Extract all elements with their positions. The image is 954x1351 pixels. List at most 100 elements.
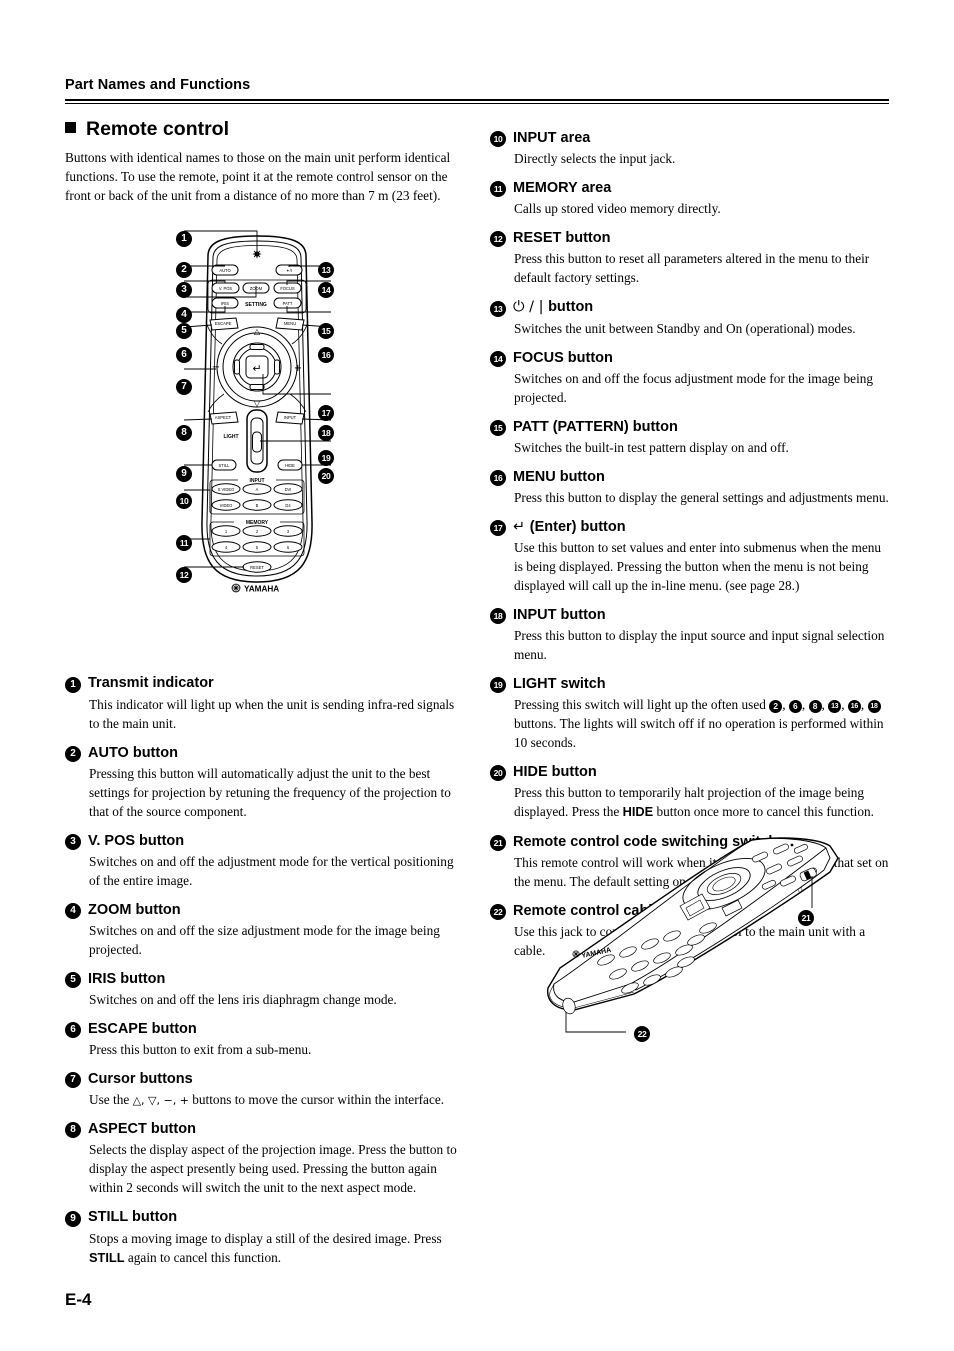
- callout-number-11: 11: [176, 535, 192, 551]
- document-page: Part Names and Functions Remote control …: [0, 0, 954, 1351]
- part-item-heading: 7 Cursor buttons: [65, 1070, 465, 1089]
- part-item-heading: 1 Transmit indicator: [65, 674, 465, 693]
- part-item: 11 MEMORY area Calls up stored video memor…: [490, 179, 890, 218]
- callout-number-8: 8: [808, 699, 822, 713]
- callout-number-6: 6: [176, 347, 192, 363]
- svg-text:S VIDEO: S VIDEO: [218, 487, 235, 492]
- callout-number-18: 18: [490, 608, 506, 625]
- part-item: 1 Transmit indicator This indicator will l…: [65, 674, 465, 732]
- part-item-title: ESCAPE button: [88, 1021, 197, 1038]
- callout-number-2: 2: [65, 745, 81, 762]
- svg-text:HIDE: HIDE: [285, 463, 295, 468]
- part-item-number: 22: [490, 903, 506, 921]
- svg-text:ASPECT: ASPECT: [215, 415, 232, 420]
- part-item: 4 ZOOM button Switches on and off the size…: [65, 901, 465, 959]
- callout-number-21: 21: [490, 834, 506, 851]
- svg-text:▽: ▽: [254, 399, 261, 408]
- callout-number-1: 1: [65, 676, 81, 693]
- emphasis-label: HIDE: [622, 804, 654, 820]
- part-item-title: MENU button: [513, 468, 605, 485]
- svg-text:V. POS: V. POS: [219, 286, 233, 291]
- part-item-title: RESET button: [513, 230, 611, 247]
- callout-number-9: 9: [176, 466, 192, 482]
- header-rule: [65, 98, 889, 102]
- callout-number-13: 13: [490, 300, 506, 317]
- callout-number-2: 2: [769, 699, 783, 713]
- callout-number-3: 3: [65, 833, 81, 850]
- callout-number-13: 13: [318, 262, 334, 278]
- svg-text:PATT: PATT: [283, 301, 293, 306]
- svg-text:DVI: DVI: [285, 487, 292, 492]
- section-intro: Buttons with identical names to those on…: [65, 150, 451, 204]
- part-item-title-symbol: ⏻ / |: [513, 299, 549, 316]
- part-item-heading: 10 INPUT area: [490, 129, 890, 148]
- part-item: 7 Cursor buttons Use the △, ▽, −, + button…: [65, 1070, 465, 1109]
- part-item-description: Use this button to set values and enter …: [514, 540, 882, 593]
- svg-text:LIGHT: LIGHT: [224, 434, 239, 440]
- bullet-square-icon: [65, 121, 76, 133]
- part-item-heading: 2 AUTO button: [65, 744, 465, 762]
- part-item-number: 15: [490, 419, 506, 437]
- svg-text:+: +: [294, 363, 302, 374]
- part-item-number: 13: [490, 299, 506, 317]
- svg-text:MEMORY: MEMORY: [246, 520, 269, 526]
- callout-number-2: 2: [176, 262, 192, 278]
- callout-number-12: 12: [490, 231, 506, 248]
- running-header: Part Names and Functions: [65, 77, 889, 102]
- callout-number-16: 16: [318, 347, 334, 363]
- callout-number-12: 12: [176, 567, 192, 583]
- part-item: 18 INPUT button Press this button to displ…: [490, 606, 890, 664]
- part-item-description: Switches the built-in test pattern displ…: [514, 439, 789, 455]
- part-item-description: Switches on and off the focus adjustment…: [514, 370, 874, 405]
- callout-number-7: 7: [65, 1072, 81, 1089]
- svg-text:INPUT: INPUT: [250, 478, 265, 484]
- part-item-number: 7: [65, 1071, 81, 1089]
- part-item-number: 4: [65, 902, 81, 920]
- part-item-heading: 13 ⏻ / | button: [490, 298, 890, 317]
- part-item-heading: 6 ESCAPE button: [65, 1020, 465, 1039]
- part-item-title: IRIS button: [88, 970, 166, 987]
- part-item-heading: 12 RESET button: [490, 229, 890, 248]
- part-item-title: HIDE button: [513, 764, 597, 781]
- svg-text:D4: D4: [285, 503, 291, 508]
- part-item-description: This indicator will light up when the un…: [89, 696, 455, 731]
- svg-text:INPUT: INPUT: [284, 415, 297, 420]
- part-item-heading: 11 MEMORY area: [490, 179, 890, 198]
- svg-text:A: A: [256, 487, 259, 492]
- part-item: 12 RESET button Press this button to reset…: [490, 229, 890, 287]
- callout-number-15: 15: [490, 419, 506, 436]
- part-item-description: Switches the unit between Standby and On…: [514, 320, 856, 336]
- part-item-title: ↵ (Enter) button: [513, 518, 626, 535]
- section-title: Remote control: [86, 118, 230, 140]
- remote-control-side-diagram: .s1{fill:#fff;stroke:#000;stroke-width:1…: [530, 832, 880, 1064]
- part-item: 3 V. POS button Switches on and off the ad…: [65, 832, 465, 890]
- part-item-heading: 9 STILL button: [65, 1208, 465, 1227]
- part-item-description: Pressing this button will automatically …: [89, 765, 451, 819]
- part-item-number: 20: [490, 764, 506, 782]
- part-item-number: 17: [490, 519, 506, 537]
- part-item-heading: 18 INPUT button: [490, 606, 890, 625]
- part-item-heading: 19 LIGHT switch: [490, 675, 890, 694]
- part-item-number: 16: [490, 469, 506, 487]
- part-item-heading: 17 ↵ (Enter) button: [490, 518, 890, 537]
- part-item: 15 PATT (PATTERN) button Switches the buil…: [490, 418, 890, 457]
- section-heading: Remote control: [65, 118, 465, 140]
- part-item-number: 12: [490, 230, 506, 248]
- part-item-description: Press this button to temporarily halt pr…: [514, 785, 874, 820]
- part-item-heading: 4 ZOOM button: [65, 901, 465, 919]
- callout-number-20: 20: [490, 765, 506, 782]
- callout-number-1: 1: [176, 231, 192, 247]
- cursor-symbols: △, ▽, −, +: [132, 1094, 189, 1108]
- callout-number-5: 5: [65, 972, 81, 989]
- part-item-title-symbol: ↵: [513, 518, 530, 535]
- svg-text:YAMAHA: YAMAHA: [244, 585, 279, 594]
- part-item-title: ASPECT button: [88, 1121, 196, 1138]
- part-item-title: Transmit indicator: [88, 675, 214, 692]
- yamaha-logo: YAMAHA: [231, 583, 279, 594]
- callout-number-8: 8: [176, 425, 192, 441]
- part-item-heading: 15 PATT (PATTERN) button: [490, 418, 890, 436]
- part-item-number: 14: [490, 350, 506, 368]
- part-item-description: Press this button to exit from a sub-men…: [89, 1042, 312, 1058]
- callout-number-6: 6: [65, 1022, 81, 1039]
- part-item: 6 ESCAPE button Press this button to exit …: [65, 1020, 465, 1059]
